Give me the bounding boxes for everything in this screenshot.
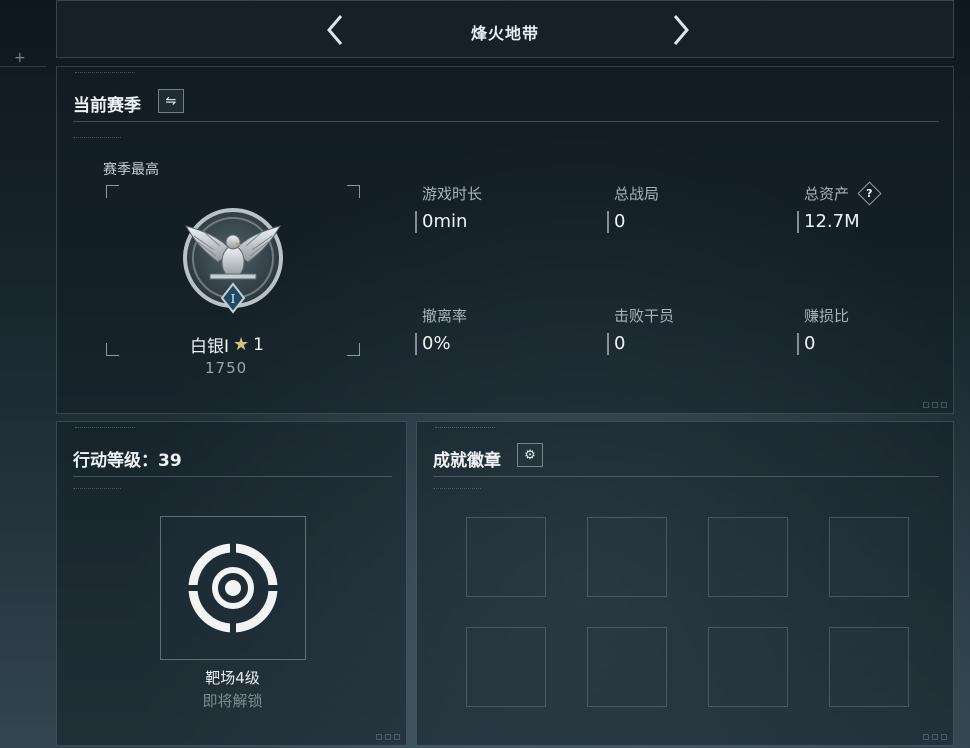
swap-arrows-icon: ⇋ <box>165 93 177 109</box>
corner-dots <box>923 734 947 740</box>
stat-bar <box>797 333 799 355</box>
stat-label: 游戏时长 <box>422 185 483 203</box>
stat-label: 撤离率 <box>422 307 468 325</box>
action-level-title: 行动等级：39 <box>73 446 182 471</box>
badge-slot[interactable] <box>466 517 546 597</box>
stat-label: 赚损比 <box>804 307 850 325</box>
edge-plus-icon: + <box>14 50 26 66</box>
badge-slot[interactable] <box>708 517 788 597</box>
corner-dots <box>923 402 947 408</box>
achievement-settings-button[interactable]: ⚙ <box>517 443 543 467</box>
action-divider <box>73 476 392 477</box>
unlock-status: 即将解锁 <box>202 692 263 710</box>
season-divider <box>73 121 939 122</box>
stat-value: 0% <box>422 333 451 354</box>
stat-label: 总战局 <box>614 185 660 203</box>
current-season-panel: 当前赛季 ⇋ 赛季最高 I 白银I ★ 1 1750 游戏时长 0min 总战局… <box>56 66 954 414</box>
season-title: 当前赛季 <box>73 96 141 116</box>
stat-play-time: 游戏时长 0min <box>415 183 585 243</box>
rank-title: 白银I <box>190 337 230 357</box>
panel-micro-tag <box>75 427 135 430</box>
target-icon <box>187 542 279 634</box>
stat-extraction-rate: 撤离率 0% <box>415 305 585 365</box>
action-level-panel: 行动等级：39 靶场4级 即将解锁 <box>56 421 407 746</box>
game-mode-title: 烽火地带 <box>470 24 539 43</box>
emblem-tier-label: I <box>231 292 236 306</box>
badge-slot[interactable] <box>708 627 788 707</box>
stat-bar <box>607 333 609 355</box>
panel-micro-tag <box>435 427 495 430</box>
frame-corner-tl <box>106 185 119 198</box>
unlock-reward-name: 靶场4级 <box>205 669 260 687</box>
rank-score: 1750 <box>205 359 248 377</box>
stat-label-text: 总资产 <box>804 185 850 203</box>
badge-slot[interactable] <box>829 627 909 707</box>
micro-tag <box>73 137 121 140</box>
stat-value: 12.7M <box>804 211 860 232</box>
corner-dots <box>376 734 400 740</box>
achievements-title: 成就徽章 <box>433 451 501 471</box>
stat-operators-defeated: 击败干员 0 <box>607 305 777 365</box>
help-button[interactable]: ? <box>857 181 882 206</box>
stat-bar <box>607 211 609 233</box>
stat-total-matches: 总战局 0 <box>607 183 777 243</box>
panel-micro-tag <box>75 72 135 75</box>
stat-value: 0 <box>804 333 816 354</box>
rank-name: 白银I ★ 1 <box>190 332 264 357</box>
season-best-label: 赛季最高 <box>103 162 159 178</box>
rank-stars: 1 <box>253 334 264 355</box>
action-level-value: 39 <box>158 451 182 471</box>
frame-corner-tr <box>347 185 360 198</box>
stat-profit-loss-ratio: 赚损比 0 <box>797 305 967 365</box>
stat-bar <box>415 333 417 355</box>
stat-value: 0 <box>614 333 626 354</box>
next-mode-button[interactable] <box>665 12 695 48</box>
action-level-label: 行动等级： <box>73 451 158 471</box>
badge-slot[interactable] <box>587 627 667 707</box>
micro-tag <box>73 488 121 491</box>
badge-slot[interactable] <box>466 627 546 707</box>
badge-slot[interactable] <box>829 517 909 597</box>
edge-divider <box>0 66 46 67</box>
stat-value: 0 <box>614 211 626 232</box>
stat-label: 击败干员 <box>614 307 675 325</box>
unlock-reward-tile[interactable] <box>160 516 306 660</box>
switch-season-button[interactable]: ⇋ <box>158 89 184 113</box>
stat-bar <box>415 211 417 233</box>
stat-bar <box>797 211 799 233</box>
frame-corner-br <box>347 343 360 356</box>
stat-total-assets: 总资产 ? 12.7M <box>797 181 967 243</box>
frame-corner-bl <box>106 343 119 356</box>
stat-value: 0min <box>422 211 468 232</box>
help-icon: ? <box>866 186 873 200</box>
game-mode-header: 烽火地带 <box>56 0 954 58</box>
star-icon: ★ <box>233 334 250 355</box>
chevron-right-icon <box>673 15 689 45</box>
achievements-divider <box>433 476 939 477</box>
stat-label: 总资产 ? <box>804 181 882 206</box>
achievement-badges-panel: 成就徽章 ⚙ <box>416 421 954 746</box>
micro-tag <box>433 488 481 491</box>
silver-eagle-emblem-icon: I <box>180 206 286 316</box>
gear-icon: ⚙ <box>524 447 536 463</box>
badge-slot[interactable] <box>587 517 667 597</box>
